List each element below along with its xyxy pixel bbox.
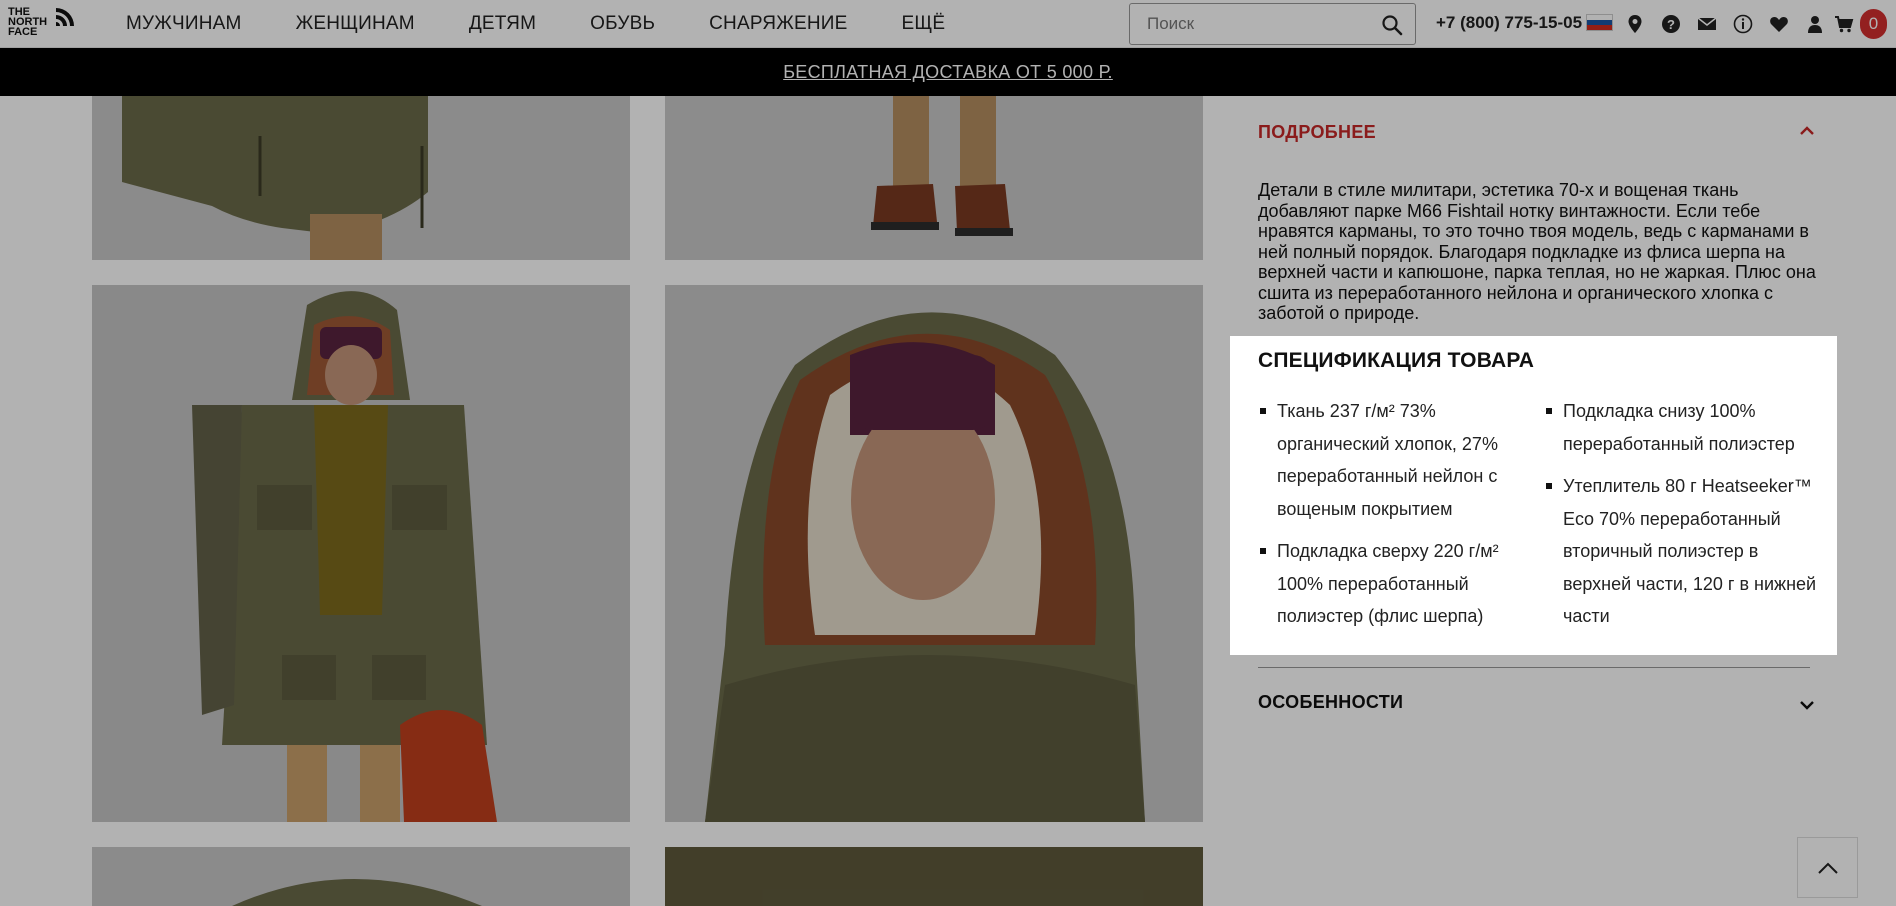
spec-list-right: Подкладка снизу 100% переработанный поли… <box>1544 395 1822 643</box>
spec-item: Ткань 237 г/м² 73% органический хлопок, … <box>1258 395 1518 525</box>
phone-number[interactable]: +7 (800) 775-15-05 <box>1436 13 1582 33</box>
search-box <box>1129 3 1416 45</box>
promo-bar: БЕСПЛАТНАЯ ДОСТАВКА ОТ 5 000 Р. <box>0 48 1896 96</box>
nav-equipment[interactable]: СНАРЯЖЕНИЕ <box>709 13 847 35</box>
cart-count-badge[interactable]: 0 <box>1860 9 1887 39</box>
product-photo-2[interactable] <box>665 96 1203 260</box>
features-heading[interactable]: ОСОБЕННОСТИ <box>1258 692 1403 713</box>
search-input[interactable] <box>1130 14 1370 34</box>
nav-footwear[interactable]: ОБУВЬ <box>590 13 655 35</box>
site-header: THE NORTH FACE МУЖЧИНАМ ЖЕНЩИНАМ ДЕТЯМ О… <box>0 0 1896 48</box>
hood-top-image <box>92 847 630 906</box>
cart-icon[interactable] <box>1834 14 1854 34</box>
details-heading[interactable]: ПОДРОБНЕЕ <box>1258 122 1376 143</box>
spec-item: Подкладка сверху 220 г/м² 100% переработ… <box>1258 535 1518 633</box>
hood-closeup-image <box>665 285 1203 822</box>
mail-icon[interactable] <box>1697 14 1717 34</box>
search-icon[interactable] <box>1381 14 1403 36</box>
nav-more[interactable]: ЕЩЁ <box>902 13 946 35</box>
nav-kids[interactable]: ДЕТЯМ <box>469 13 536 35</box>
chevron-up-icon <box>1817 862 1838 874</box>
main-nav: МУЖЧИНАМ ЖЕНЩИНАМ ДЕТЯМ ОБУВЬ СНАРЯЖЕНИЕ… <box>126 0 999 48</box>
model-full-length-image <box>92 285 630 822</box>
section-divider <box>1258 667 1810 668</box>
nav-women[interactable]: ЖЕНЩИНАМ <box>296 13 415 35</box>
nav-men[interactable]: МУЖЧИНАМ <box>126 13 242 35</box>
product-photo-4[interactable] <box>665 285 1203 822</box>
product-photo-3[interactable] <box>92 285 630 822</box>
product-photo-5[interactable] <box>92 847 630 906</box>
parka-hem-image <box>92 96 630 260</box>
help-icon[interactable]: ? <box>1661 14 1681 34</box>
heart-icon[interactable] <box>1769 14 1789 34</box>
half-dome-logo-icon <box>56 8 74 26</box>
product-photo-1[interactable] <box>92 96 630 260</box>
product-spec-card: СПЕЦИФИКАЦИЯ ТОВАРА Ткань 237 г/м² 73% о… <box>1230 336 1837 655</box>
product-description: Детали в стиле милитари, эстетика 70-х и… <box>1258 180 1816 323</box>
svg-text:?: ? <box>1667 17 1675 32</box>
chevron-down-icon[interactable] <box>1799 700 1815 710</box>
boots-image <box>665 96 1203 260</box>
spec-item: Подкладка снизу 100% переработанный поли… <box>1544 395 1822 460</box>
spec-list-left: Ткань 237 г/м² 73% органический хлопок, … <box>1258 395 1518 643</box>
location-pin-icon[interactable] <box>1625 14 1645 34</box>
info-icon[interactable] <box>1733 14 1753 34</box>
spec-item: Утеплитель 80 г Heatseeker™ Eco 70% пере… <box>1544 470 1822 633</box>
russia-flag-icon[interactable] <box>1586 14 1613 31</box>
fabric-detail-image <box>665 847 1203 906</box>
scroll-to-top-button[interactable] <box>1797 837 1858 898</box>
spec-heading: СПЕЦИФИКАЦИЯ ТОВАРА <box>1258 349 1535 372</box>
brand-logo[interactable]: THE NORTH FACE <box>8 4 76 40</box>
user-icon[interactable] <box>1805 14 1825 34</box>
chevron-up-icon[interactable] <box>1799 126 1815 136</box>
free-delivery-link[interactable]: БЕСПЛАТНАЯ ДОСТАВКА ОТ 5 000 Р. <box>783 62 1113 83</box>
product-photo-6[interactable] <box>665 847 1203 906</box>
logo-line-3: FACE <box>8 26 38 38</box>
